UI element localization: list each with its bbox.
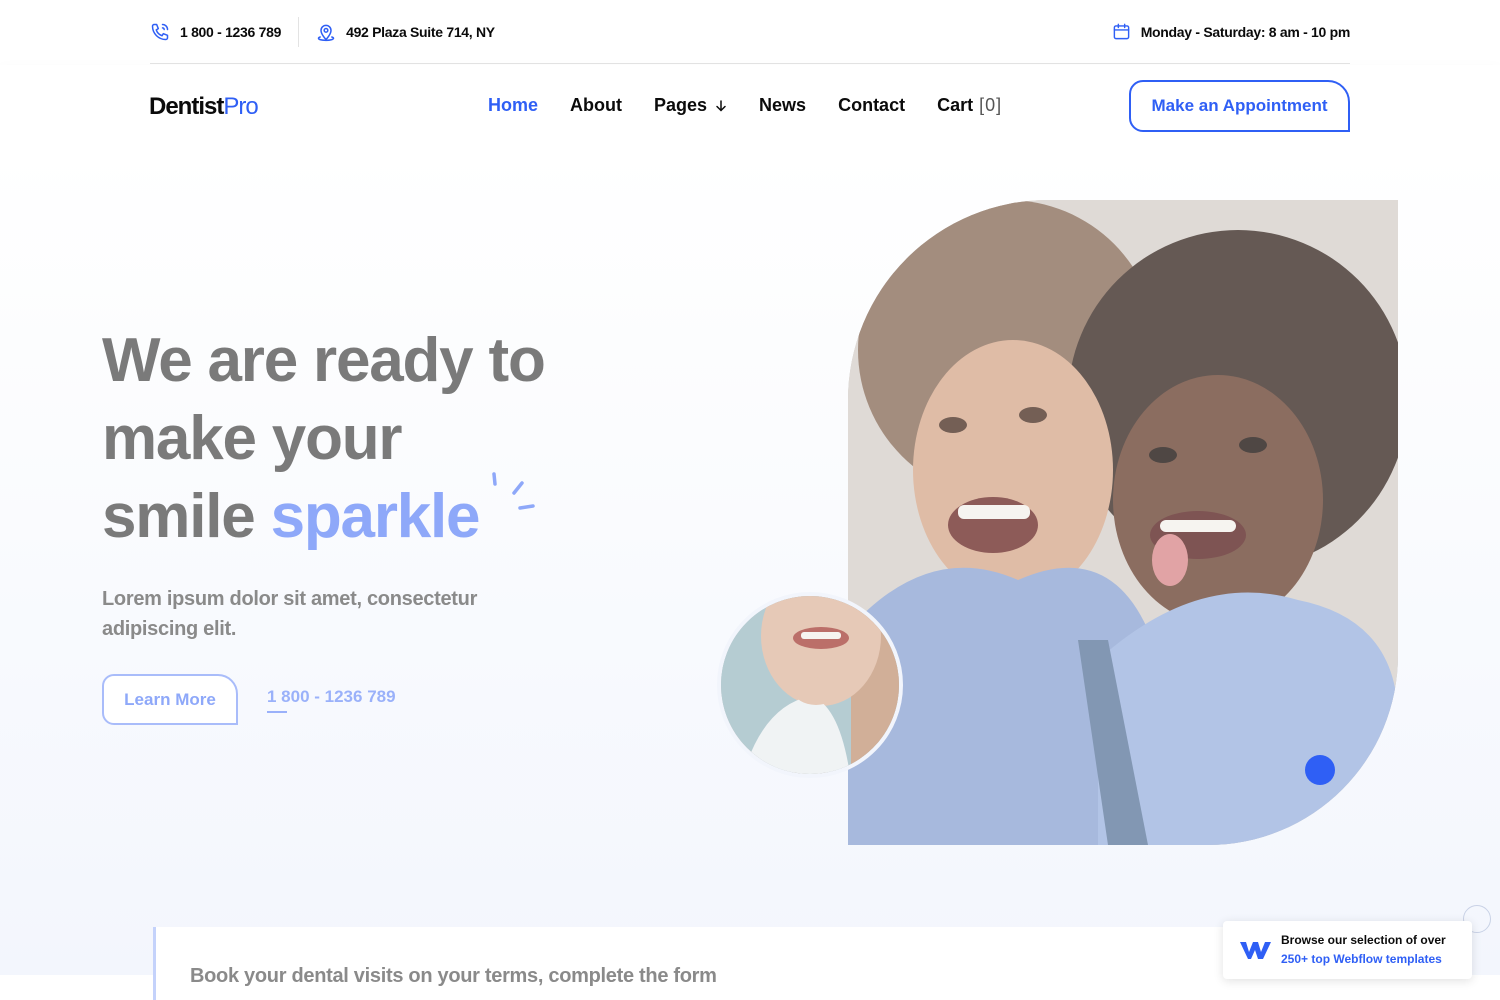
divider xyxy=(298,16,300,47)
nav-item-pages-label: Pages xyxy=(654,95,708,115)
hero-title: We are ready to make your smile sparkle xyxy=(102,322,546,556)
hero-title-line-3: smile sparkle xyxy=(102,478,545,556)
nav-item-home[interactable]: Home xyxy=(488,95,538,116)
hero-title-line-1: We are ready to xyxy=(102,326,546,395)
arrow-down-icon xyxy=(716,99,726,112)
calendar-icon xyxy=(1113,23,1130,40)
cart-count: [0] xyxy=(979,95,1003,115)
booking-text: Book your dental visits on your terms, c… xyxy=(190,965,717,987)
topbar-phone-text: 1 800 - 1236 789 xyxy=(180,23,282,40)
topbar-hours: Monday - Saturday: 8 am - 10 pm xyxy=(1112,22,1350,41)
nav-menu: Home About Pages News Contact Cart [0] xyxy=(488,95,1034,116)
topbar-hours-text: Monday - Saturday: 8 am - 10 pm xyxy=(1140,23,1351,40)
hero-title-accent: sparkle xyxy=(270,482,481,551)
hero-section: We are ready to make your smile sparkle … xyxy=(0,147,1500,975)
topbar-phone[interactable]: 1 800 - 1236 789 xyxy=(150,22,281,42)
logo[interactable]: DentistPro xyxy=(149,93,259,121)
sparkle-decoration-icon xyxy=(492,472,535,510)
phone-icon xyxy=(151,23,169,40)
location-pin-icon xyxy=(317,24,335,41)
topbar-address-text: 492 Plaza Suite 714, NY xyxy=(346,23,495,40)
hero-title-plain: smile xyxy=(102,482,271,551)
logo-accent: Pro xyxy=(223,93,258,120)
decorative-dot xyxy=(1305,755,1335,785)
badge-line-2: 250+ top Webflow templates xyxy=(1281,952,1442,966)
nav-item-contact[interactable]: Contact xyxy=(838,95,905,116)
secondary-smile-photo xyxy=(717,592,903,778)
webflow-logo-icon xyxy=(1240,942,1271,959)
badge-line-1: Browse our selection of over xyxy=(1281,933,1446,947)
hero-phone-link[interactable]: 1 800 - 1236 789 xyxy=(267,687,396,713)
nav-item-news[interactable]: News xyxy=(759,95,806,116)
logo-main: Dentist xyxy=(149,93,224,120)
topbar-address: 492 Plaza Suite 714, NY xyxy=(316,22,495,42)
badge-text: Browse our selection of over 250+ top We… xyxy=(1281,931,1446,969)
learn-more-button[interactable]: Learn More xyxy=(102,674,238,725)
smile-photo-illustration xyxy=(721,596,899,774)
cart-label: Cart xyxy=(937,95,974,115)
booking-card: Book your dental visits on your terms, c… xyxy=(153,927,1233,1000)
nav-item-cart[interactable]: Cart [0] xyxy=(937,95,1002,116)
hero-subtitle: Lorem ipsum dolor sit amet, consectetur … xyxy=(102,588,478,640)
hero-title-line-2: make your xyxy=(102,404,403,473)
phone-underline xyxy=(267,711,287,713)
nav-item-pages[interactable]: Pages xyxy=(654,95,727,116)
hero-photo xyxy=(848,200,1398,845)
top-info-bar: 1 800 - 1236 789 492 Plaza Suite 714, NY… xyxy=(150,0,1350,64)
nav-item-about[interactable]: About xyxy=(570,95,622,116)
main-navigation: DentistPro Home About Pages News Contact… xyxy=(0,65,1500,147)
make-appointment-button[interactable]: Make an Appointment xyxy=(1129,80,1350,132)
hero-phone-text: 1 800 - 1236 789 xyxy=(267,687,396,706)
webflow-templates-badge[interactable]: Browse our selection of over 250+ top We… xyxy=(1223,921,1472,979)
hero-photo-illustration xyxy=(848,200,1398,845)
